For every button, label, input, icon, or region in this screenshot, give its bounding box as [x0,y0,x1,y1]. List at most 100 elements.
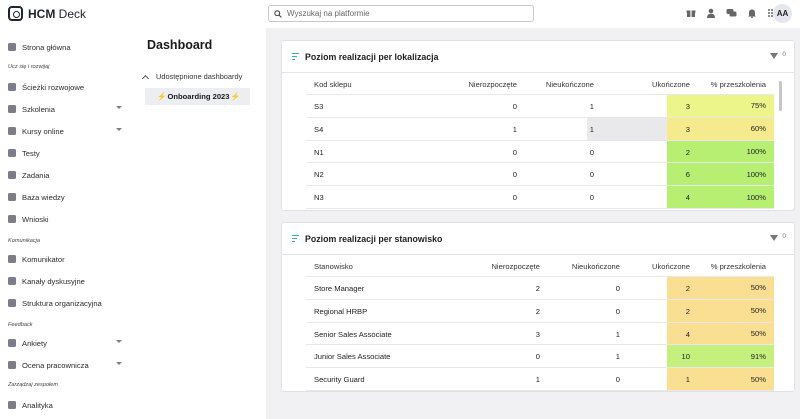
app-logo[interactable]: HCM Deck [8,6,86,21]
sidebar-item[interactable]: Ścieżki rozwojowe [0,78,138,96]
widget-position: Poziom realizacji per stanowisko 0 Stanowi… [281,222,795,392]
knowledge-icon [8,193,16,201]
chevron-down-icon[interactable] [116,362,122,365]
sidebar-item[interactable]: Baza wiedzy [0,188,138,206]
row-name: N2 [314,170,324,180]
sidebar-item[interactable]: Szkolenia [0,100,138,118]
column-header[interactable]: Kod sklepu [314,80,352,89]
column-header[interactable]: Ukończone [620,262,690,271]
column-header[interactable]: Nieukończone [494,80,594,89]
sidebar-item-label: Testy [22,148,40,158]
table-row[interactable]: 100% N2 0 0 6 [306,163,774,187]
row-value: 10 [681,352,690,362]
course-icon [8,127,16,135]
table-row[interactable]: 50% Regional HRBP 2 0 2 [306,299,774,323]
sidebar-item[interactable]: Komunikator [0,250,138,268]
row-name: Senior Sales Associate [314,329,392,339]
bell-icon[interactable] [747,8,757,18]
sidebar-item[interactable]: Wnioski [0,210,138,228]
filter-count: 0 [782,51,786,58]
filter-icon[interactable] [770,53,778,59]
sidebar-item[interactable]: Strona główna [0,38,138,56]
filter-count: 0 [782,233,786,240]
chevron-down-icon[interactable] [116,340,122,343]
widget-title: Poziom realizacji per lokalizacja [305,52,439,62]
row-value: 0 [615,306,620,316]
logo-text-bold: HCM [28,6,56,21]
row-value: 2 [685,306,690,316]
user-icon[interactable] [706,8,716,18]
chevron-up-icon [141,74,150,82]
sidebar-item-label: Kanały dyskusyjne [22,276,85,286]
column-header[interactable]: Stanowisko [314,262,353,271]
sidebar-item[interactable]: Struktura organizacyjna [0,294,138,312]
home-icon [8,43,16,51]
sidebar-item[interactable]: Ankiety [0,334,138,352]
gift-icon[interactable] [686,8,696,18]
shared-dashboards-label: Udostępnione dashboardy [156,72,243,81]
search-input[interactable] [287,9,517,18]
data-table: Stanowisko Nierozpoczęte Nieukończone Ukońc… [306,255,774,391]
widget-icon [292,235,299,242]
sidebar-item-label: Struktura organizacyjna [22,298,102,308]
table-scrollbar[interactable] [779,81,782,111]
logo-text-light: Deck [55,6,87,21]
table-row[interactable]: 75% S3 0 1 3 [306,95,774,118]
row-name: S4 [314,124,324,134]
search-icon [274,9,282,18]
row-value: 3 [685,102,690,111]
top-icons [686,8,777,18]
table-row[interactable]: 50% Store Manager 2 0 2 [306,277,774,300]
table-row[interactable]: 50% Security Guard 1 0 1 [306,368,774,391]
row-value: 0 [589,193,594,203]
column-header[interactable]: Ukończone [620,80,690,89]
chevron-down-icon[interactable] [116,106,122,109]
search-box[interactable] [268,5,534,22]
sidebar-item[interactable]: Analityka [0,396,138,414]
dashboard-panel: Dashboard Udostępnione dashboardy ⚡ Onbo… [138,28,266,419]
sidebar: Strona główna Ucz się i rozwijaj Ścieżki r… [0,28,138,419]
dashboard-item-label: Onboarding 2023 [167,92,230,101]
sidebar-item-label: Ścieżki rozwojowe [22,82,85,92]
chat-icon[interactable] [726,8,737,18]
widget-header: Poziom realizacji per stanowisko 0 [282,223,794,255]
column-header[interactable]: Nieukończone [520,262,620,271]
sidebar-item[interactable]: Zadania [0,166,138,184]
logo-icon [8,6,23,21]
dashboard-content[interactable]: Poziom realizacji per lokalizacja 0 Kod sk… [266,28,800,419]
task-icon [8,171,16,179]
row-name: Security Guard [314,375,365,385]
request-icon [8,215,16,223]
sidebar-item-label: Baza wiedzy [22,192,65,202]
sidebar-item-label: Kursy online [22,126,64,136]
table-row[interactable]: 100% N3 0 0 4 [306,186,774,209]
analytics-icon [8,401,16,409]
sidebar-item-label: Wnioski [22,214,49,224]
row-value: 0 [615,375,620,385]
shared-dashboards-toggle[interactable]: Udostępnione dashboardy [141,72,243,82]
dashboard-item-onboarding[interactable]: ⚡ Onboarding 2023 ⚡ [145,88,250,105]
sidebar-item[interactable]: Testy [0,144,138,162]
column-header[interactable]: % przeszkolenia [711,80,766,89]
table-header-row: Stanowisko Nierozpoczęte Nieukończone Ukońc… [306,255,774,277]
row-name: Junior Sales Associate [314,352,391,362]
sidebar-item[interactable]: Ocena pracownicza [0,356,138,374]
messenger-icon [8,255,16,263]
table-row[interactable]: 60% S4 1 1 3 [306,117,774,141]
table-row[interactable]: 50% Senior Sales Associate 3 1 4 [306,322,774,346]
sidebar-item[interactable]: Kursy online [0,122,138,140]
column-header[interactable]: % przeszkolenia [711,262,766,271]
table-row[interactable]: 100% N1 0 0 2 [306,140,774,164]
filter-icon[interactable] [770,235,778,241]
table-row[interactable]: 91% Junior Sales Associate 0 1 10 [306,345,774,369]
row-name: N1 [314,147,324,157]
training-icon [8,105,16,113]
row-value: 6 [685,170,690,180]
sidebar-section-label: Ucz się i rozwijaj [8,64,50,70]
widget-title: Poziom realizacji per stanowisko [305,234,443,244]
avatar[interactable]: AA [773,4,792,23]
sidebar-item[interactable]: Kanały dyskusyjne [0,272,138,290]
chevron-down-icon[interactable] [116,128,122,131]
sidebar-item-label: Szkolenia [22,104,55,114]
sidebar-section-label: Zarządzaj zespołem [8,382,59,388]
